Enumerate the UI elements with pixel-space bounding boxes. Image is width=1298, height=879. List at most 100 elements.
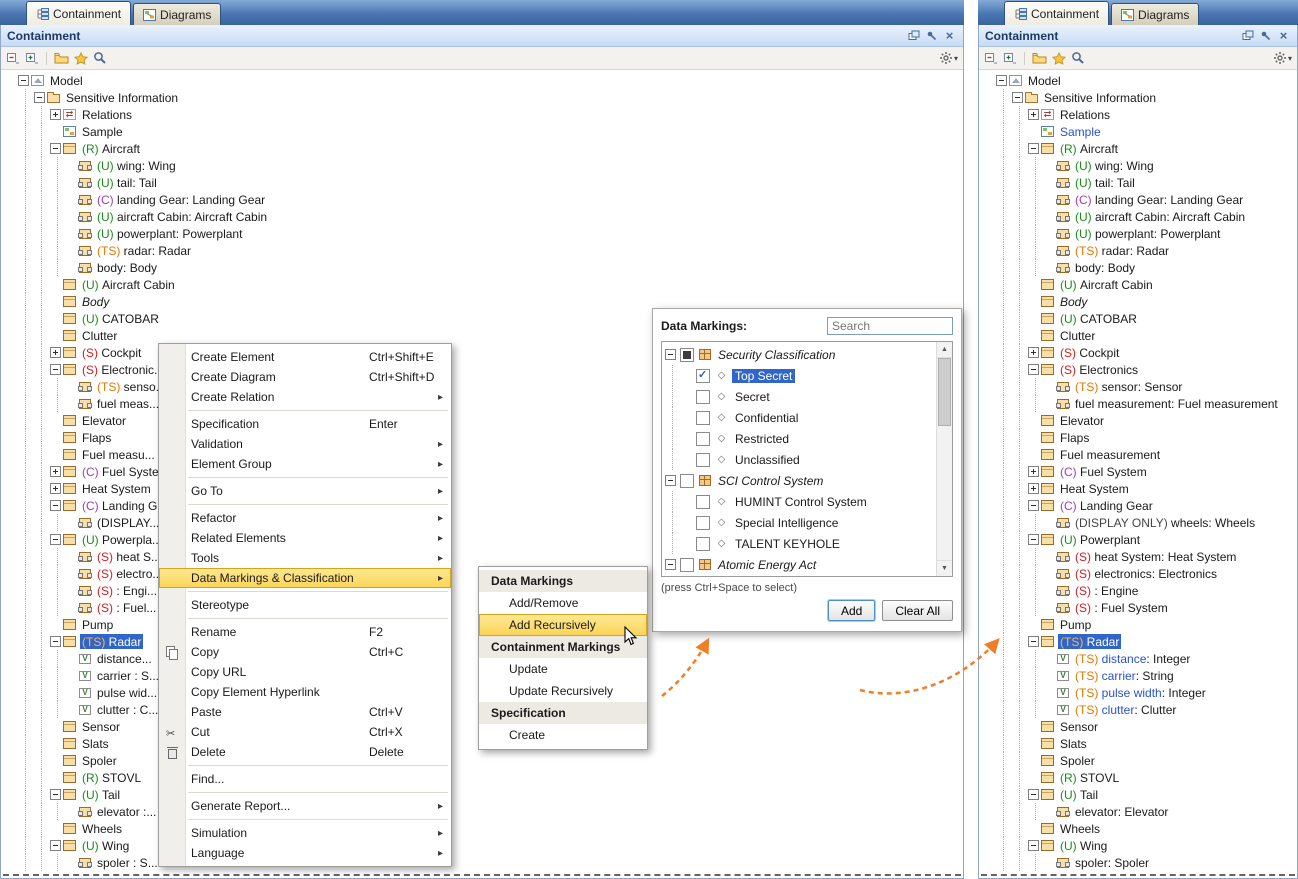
marking-checkbox[interactable] [696,432,710,446]
tree-item-aircraft-cabin[interactable]: (U) Aircraft Cabin [996,276,1297,293]
tree-item-aircraft[interactable]: (R) Aircraft [996,140,1297,157]
menu-item-element-group[interactable]: Element Group▸ [159,454,451,474]
collapse-toggle[interactable] [34,89,47,106]
marking-item-security-classification[interactable]: Security Classification [665,344,935,365]
tree-item-electronics[interactable]: (S) Electronics [996,361,1297,378]
marking-checkbox[interactable] [696,411,710,425]
tree-item-tail[interactable]: (U) tail : Tail [18,174,963,191]
menu-item-generate-report[interactable]: Generate Report...▸ [159,796,451,816]
collapse-toggle[interactable] [50,140,63,157]
marking-item-humint-control-system[interactable]: HUMINT Control System [665,491,935,512]
collapse-toggle[interactable] [50,361,63,378]
menu-item-rename[interactable]: RenameF2 [159,622,451,642]
tree-item-model[interactable]: Model [18,72,963,89]
menu-item-validation[interactable]: Validation▸ [159,434,451,454]
marking-checkbox[interactable] [680,474,694,488]
expand-toggle[interactable] [50,106,63,123]
tree-item-body[interactable]: body : Body [18,259,963,276]
expand-toggle[interactable] [1028,106,1041,123]
menu-item-specification[interactable]: SpecificationEnter [159,414,451,434]
menu-item-stereotype[interactable]: Stereotype [159,595,451,615]
tab-diagrams[interactable]: Diagrams [133,3,221,25]
tree-item-tail[interactable]: (U) tail : Tail [996,174,1297,191]
menu-item-find[interactable]: Find... [159,769,451,789]
tree-item-model[interactable]: Model [996,72,1297,89]
tree-item-radar[interactable]: (TS) Radar [996,633,1297,650]
collapse-toggle[interactable] [1012,89,1025,106]
collapse-toggle[interactable] [1028,361,1041,378]
tree-item-spoler[interactable]: spoler : Spoler [996,854,1297,871]
menu-item-paste[interactable]: PasteCtrl+V [159,702,451,722]
expand-toggle[interactable] [50,480,63,497]
tree-item-slats[interactable]: Slats [996,735,1297,752]
tree-item-cockpit[interactable]: (S) Cockpit [996,344,1297,361]
tree-item-wing[interactable]: (U) wing : Wing [996,157,1297,174]
collapse-toggle[interactable] [50,633,63,650]
tree-item-fuel-system[interactable]: (S) : Fuel System [996,599,1297,616]
tree-item-sensitive-information[interactable]: Sensitive Information [18,89,963,106]
marking-checkbox[interactable] [696,390,710,404]
collapse-toggle[interactable] [50,837,63,854]
expand-all-icon[interactable] [1003,50,1017,66]
tree-item-sensor[interactable]: (TS) sensor : Sensor [996,378,1297,395]
menu-item-delete[interactable]: DeleteDelete [159,742,451,762]
tree-item-radar[interactable]: (TS) radar : Radar [996,242,1297,259]
tree-item-pulse-width[interactable]: (TS) pulse width : Integer [996,684,1297,701]
marking-item-atomic-energy-act[interactable]: Atomic Energy Act [665,554,935,575]
search-icon[interactable] [93,50,107,66]
float-window-icon[interactable] [1240,29,1255,43]
clear-all-button[interactable]: Clear All [882,600,953,621]
collapse-toggle[interactable] [996,72,1009,89]
collapse-toggle[interactable] [1028,140,1041,157]
tree-item-sensitive-information[interactable]: Sensitive Information [996,89,1297,106]
tree-item-clutter[interactable]: Clutter [996,327,1297,344]
tree-item-heat-system[interactable]: Heat System [996,480,1297,497]
scrollbar-thumb[interactable] [938,358,951,426]
marking-item-secret[interactable]: Secret [665,386,935,407]
scroll-up-icon[interactable]: ▲ [937,342,952,358]
menu-item-copy[interactable]: CopyCtrl+C [159,642,451,662]
close-icon[interactable]: × [942,29,957,43]
collapse-all-icon[interactable] [6,50,20,66]
tree-item-sample[interactable]: Sample [996,123,1297,140]
tree-item-radar[interactable]: (TS) radar : Radar [18,242,963,259]
tree-item-elevator[interactable]: Elevator [996,412,1297,429]
menu-item-create-relation[interactable]: Create Relation▸ [159,387,451,407]
tree-item-wheels[interactable]: (DISPLAY ONLY) wheels : Wheels [996,514,1297,531]
tree-item-engine[interactable]: (S) : Engine [996,582,1297,599]
collapse-all-icon[interactable] [984,50,998,66]
scrollbar[interactable]: ▲ ▼ [936,342,952,576]
menu-item-language[interactable]: Language▸ [159,843,451,863]
float-window-icon[interactable] [906,29,921,43]
menu-item-update[interactable]: Update [479,658,647,680]
pin-icon[interactable] [1258,29,1273,43]
menu-item-add-remove[interactable]: Add/Remove [479,592,647,614]
tree-item-aircraft-cabin[interactable]: (U) aircraft Cabin : Aircraft Cabin [996,208,1297,225]
tree-item-flaps[interactable]: Flaps [996,429,1297,446]
menu-item-copy-element-hyperlink[interactable]: Copy Element Hyperlink [159,682,451,702]
tree-item-heat-system[interactable]: (S) heat System : Heat System [996,548,1297,565]
tree-item-spoler[interactable]: Spoler [996,752,1297,769]
marking-item-unclassified[interactable]: Unclassified [665,449,935,470]
marking-checkbox[interactable] [696,495,710,509]
menu-item-add-recursively[interactable]: Add Recursively [479,614,647,636]
collapse-toggle[interactable] [1028,786,1041,803]
expand-toggle[interactable] [1028,344,1041,361]
menu-item-create-diagram[interactable]: Create DiagramCtrl+Shift+D [159,367,451,387]
tree-item-elevator[interactable]: elevator : Elevator [996,803,1297,820]
collapse-toggle[interactable] [665,344,678,365]
marking-checkbox[interactable] [680,558,694,572]
search-input[interactable] [827,317,953,335]
collapse-toggle[interactable] [1028,633,1041,650]
tree-item-landing-gear[interactable]: (C) Landing Gear [996,497,1297,514]
tree-item-body[interactable]: Body [996,293,1297,310]
marking-item-sci-control-system[interactable]: SCI Control System [665,470,935,491]
menu-item-go-to[interactable]: Go To▸ [159,481,451,501]
expand-toggle[interactable] [50,463,63,480]
menu-item-copy-url[interactable]: Copy URL [159,662,451,682]
tree-item-stovl[interactable]: (R) STOVL [996,769,1297,786]
scroll-down-icon[interactable]: ▼ [937,560,952,576]
tree-item-landing-gear[interactable]: (C) landing Gear : Landing Gear [18,191,963,208]
menu-item-cut[interactable]: CutCtrl+X [159,722,451,742]
open-element-icon[interactable] [1032,50,1047,66]
